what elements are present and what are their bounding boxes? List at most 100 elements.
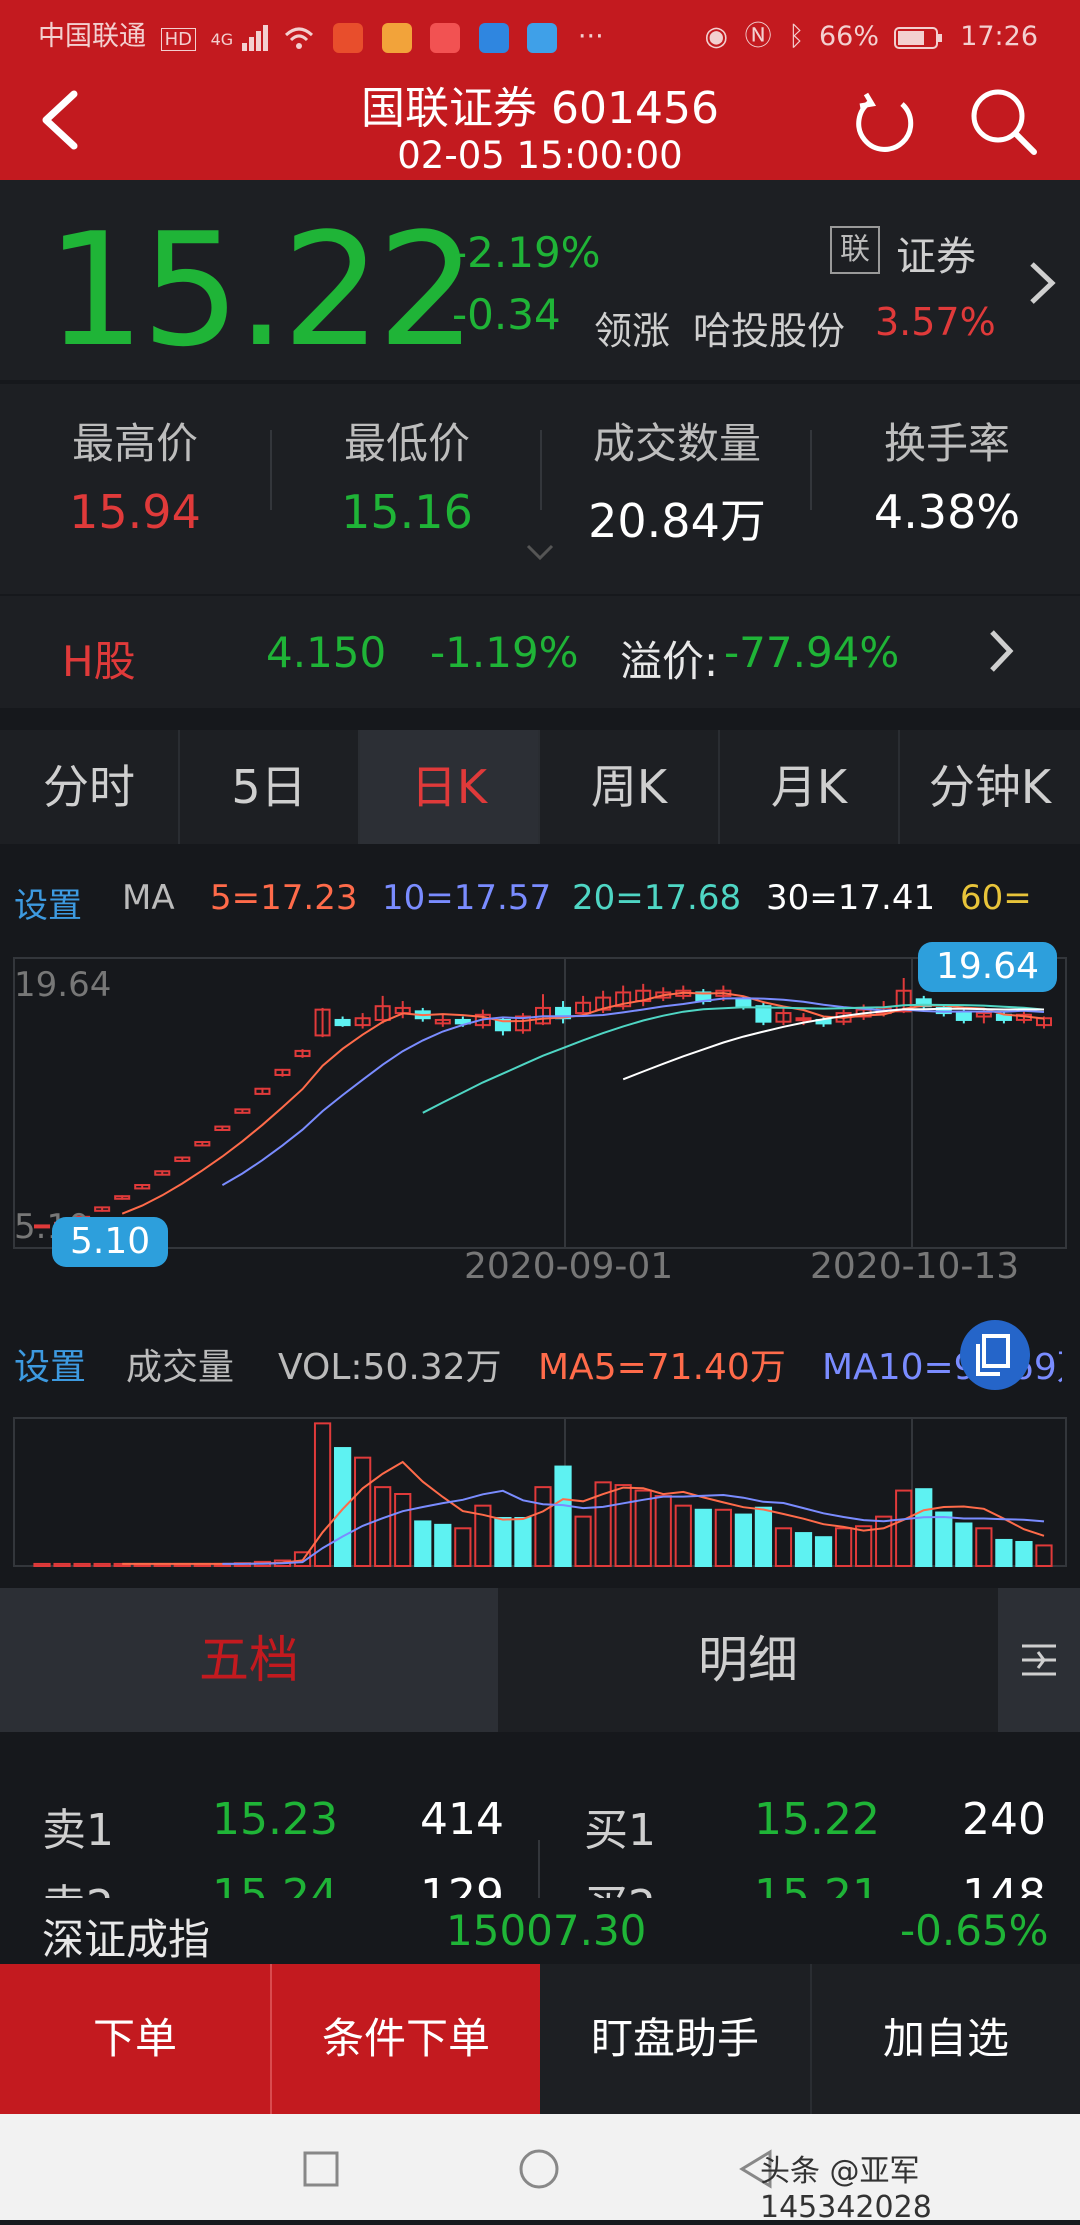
volume-bar	[394, 1493, 412, 1567]
add-watchlist-button[interactable]: 加自选	[810, 1964, 1080, 2114]
tab-daily-k[interactable]: 日K	[360, 730, 540, 844]
clock: 17:26	[960, 21, 1038, 52]
tab-trade-detail[interactable]: 明细	[500, 1588, 996, 1732]
copy-button[interactable]	[960, 1320, 1030, 1390]
x-axis-date-label: 2020-09-01	[464, 1246, 674, 1287]
volume-bar	[714, 1508, 732, 1568]
volume-bar	[333, 1447, 352, 1567]
conditional-order-button[interactable]: 条件下单	[270, 1964, 540, 2114]
buy-level-volume: 240	[962, 1794, 1046, 1845]
status-right: ◉ Ⓝ ᛒ 66% 17:26	[704, 14, 1038, 53]
ma30-line	[622, 1007, 1045, 1081]
volume-bar	[975, 1527, 993, 1568]
vol-value: VOL:50.32万	[278, 1347, 502, 1388]
ma5-line	[121, 991, 1045, 1215]
app-notification-icon	[478, 23, 509, 54]
recents-icon[interactable]	[302, 2150, 340, 2188]
ma20-value: 20=17.68	[572, 878, 742, 918]
premium-value: -77.94%	[724, 628, 900, 677]
stock-title: 国联证券 601456	[361, 83, 719, 134]
chevron-right-icon[interactable]	[1024, 258, 1060, 308]
volume-bar	[774, 1527, 793, 1568]
volume-bar	[614, 1484, 632, 1567]
volume-bar	[955, 1522, 973, 1568]
place-order-button[interactable]: 下单	[0, 1964, 270, 2114]
volume-bar	[794, 1532, 813, 1567]
candle-body	[795, 1017, 812, 1022]
volume-bar	[654, 1495, 672, 1567]
hd-badge: HD	[160, 28, 196, 51]
volume-bar	[694, 1508, 712, 1568]
volume-bar	[875, 1515, 893, 1567]
candle-body	[955, 1012, 972, 1021]
refresh-icon[interactable]	[852, 90, 918, 156]
volume-bar	[514, 1517, 532, 1567]
volume-bar	[995, 1538, 1013, 1567]
volume-bar	[93, 1562, 111, 1567]
ma10-value: 10=17.57	[382, 878, 552, 918]
ma-label: MA	[122, 878, 175, 918]
sector-name[interactable]: 证券	[896, 224, 976, 282]
volume-bar	[33, 1562, 51, 1567]
candlestick-chart[interactable]: 19.64 5.10	[0, 940, 1080, 1260]
current-price: 15.22	[46, 199, 477, 381]
sector-lead-stock[interactable]: 哈投股份	[693, 300, 845, 355]
change-amount: -0.34	[452, 290, 561, 339]
stat-label: 换手率	[883, 419, 1010, 468]
app-notification-icon	[381, 23, 412, 54]
sell-level-volume: 414	[420, 1794, 504, 1845]
volume-frame	[13, 1417, 1067, 1567]
volume-bar	[855, 1525, 873, 1567]
orderbook-menu-button[interactable]	[998, 1588, 1080, 1732]
volume-chart[interactable]	[0, 1400, 1080, 1570]
vol-ma5-value: MA5=71.40万	[538, 1347, 786, 1388]
min-price-tag: 5.10	[52, 1217, 169, 1267]
volume-bar	[754, 1506, 773, 1567]
volume-bar	[834, 1527, 853, 1568]
search-icon[interactable]	[968, 86, 1038, 156]
volume-bar	[73, 1562, 91, 1567]
sector-lead-percent: 3.57%	[875, 300, 996, 344]
vol-settings-link[interactable]: 设置	[14, 1338, 86, 1390]
buy-level-price[interactable]: 15.22	[754, 1794, 880, 1845]
tab-minute-k[interactable]: 分钟K	[900, 730, 1080, 844]
sell-level-label: 卖1	[42, 1805, 114, 1856]
network-label: 4G	[210, 30, 234, 49]
stat-low: 最低价 15.16	[272, 410, 542, 539]
volume-bar	[935, 1511, 953, 1567]
volume-bar	[53, 1562, 71, 1567]
volume-bars-group	[33, 1422, 1053, 1568]
copy-icon	[976, 1334, 1010, 1376]
volume-bar	[1035, 1544, 1053, 1568]
volume-bar	[434, 1523, 452, 1567]
chevron-down-icon[interactable]	[524, 540, 556, 564]
bluetooth-icon: ᛒ	[788, 21, 805, 52]
tab-intraday[interactable]: 分时	[0, 730, 180, 844]
sell-level-price[interactable]: 15.23	[212, 1794, 338, 1845]
stat-value: 15.16	[341, 485, 473, 539]
volume-bar	[674, 1504, 692, 1567]
home-icon[interactable]	[518, 2148, 560, 2190]
max-price-tag: 19.64	[918, 942, 1058, 992]
watch-assistant-button[interactable]: 盯盘助手	[540, 1964, 810, 2114]
eye-icon: ◉	[704, 21, 728, 52]
volume-bar	[1015, 1541, 1033, 1567]
carrier-label: 中国联通	[38, 21, 146, 52]
tab-weekly-k[interactable]: 周K	[540, 730, 720, 844]
volume-bar	[574, 1515, 592, 1567]
sector-lead-label: 领涨	[594, 309, 671, 353]
tab-monthly-k[interactable]: 月K	[720, 730, 900, 844]
volume-bar	[915, 1488, 933, 1567]
volume-bar	[634, 1489, 652, 1567]
more-notifications-icon: ···	[577, 21, 604, 52]
chart-grid	[13, 957, 1067, 1249]
chevron-right-icon[interactable]	[986, 628, 1016, 674]
ma-settings-link[interactable]: 设置	[14, 878, 82, 927]
volume-bar	[554, 1465, 572, 1567]
tab-five-levels[interactable]: 五档	[0, 1588, 498, 1732]
candle-body	[735, 998, 752, 1008]
premium-label: 溢价:	[620, 637, 719, 686]
tab-5day[interactable]: 5日	[180, 730, 360, 844]
ma60-value: 60=	[960, 878, 1032, 918]
status-bar: 中国联通 HD 4G ··· ◉ Ⓝ ᛒ 66% 17:26	[0, 0, 1080, 62]
